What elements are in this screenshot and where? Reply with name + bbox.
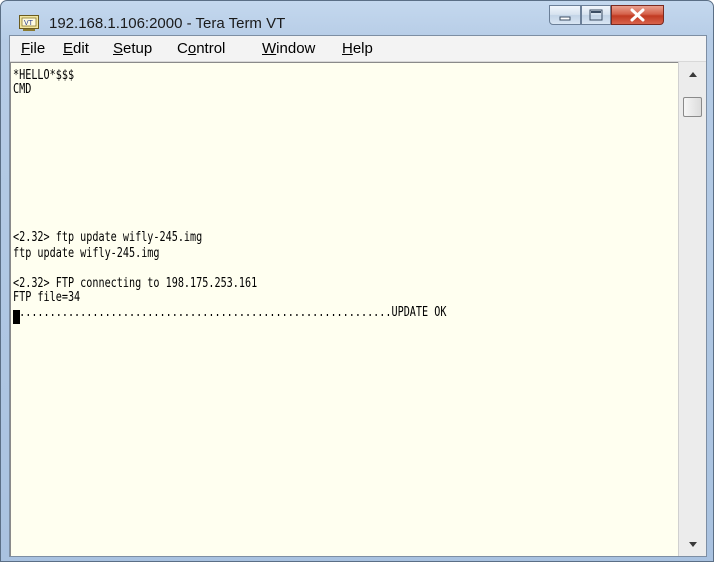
terminal-screen[interactable]: *HELLO*$$$ CMD <2.32> ftp update wifly-2…	[10, 62, 678, 556]
terminal-line: <2.32> ftp update wifly-245.img	[13, 230, 203, 245]
minimize-icon	[559, 16, 571, 21]
svg-text:VT: VT	[24, 20, 34, 27]
tera-term-vt-icon[interactable]: VT	[19, 15, 39, 31]
terminal-line: FTP file=34	[13, 290, 81, 305]
terminal-line: *HELLO*$$$	[13, 68, 75, 83]
vertical-scrollbar[interactable]	[678, 62, 706, 556]
window-client-area: File Edit Setup Control Window Help *HEL…	[9, 35, 707, 557]
menu-control[interactable]: Control	[177, 40, 225, 57]
menu-window[interactable]: Window	[262, 40, 315, 57]
maximize-button[interactable]	[581, 5, 611, 25]
terminal-cursor	[13, 310, 20, 324]
maximize-icon	[589, 9, 603, 21]
scroll-up-arrow-icon	[689, 72, 697, 77]
terminal-line: CMD	[13, 82, 32, 97]
terminal-line: <2.32> FTP connecting to 198.175.253.161	[13, 276, 258, 291]
minimize-button[interactable]	[549, 5, 581, 25]
terminal-line: ftp update wifly-245.img	[13, 246, 160, 261]
scrollbar-thumb[interactable]	[683, 97, 702, 117]
window-title: 192.168.1.106:2000 - Tera Term VT	[49, 15, 286, 32]
menu-file[interactable]: File	[21, 40, 45, 57]
scroll-down-arrow-icon	[689, 542, 697, 547]
menu-setup[interactable]: Setup	[113, 40, 152, 57]
menu-help[interactable]: Help	[342, 40, 373, 57]
menu-edit[interactable]: Edit	[63, 40, 89, 57]
menu-bar: File Edit Setup Control Window Help	[10, 36, 706, 62]
scroll-down-button[interactable]	[679, 534, 706, 554]
close-button[interactable]	[611, 5, 664, 25]
title-bar[interactable]: VT 192.168.1.106:2000 - Tera Term VT	[1, 1, 713, 35]
close-icon	[630, 8, 645, 22]
scroll-up-button[interactable]	[679, 64, 706, 84]
tera-term-window: VT 192.168.1.106:2000 - Tera Term VT Fil…	[0, 0, 714, 562]
terminal-line: ........................................…	[13, 305, 447, 320]
